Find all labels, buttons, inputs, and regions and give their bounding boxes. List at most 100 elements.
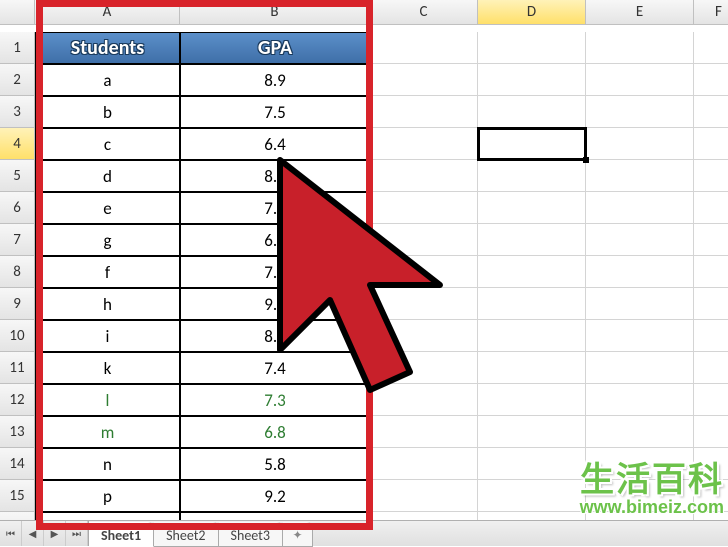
row-header-13[interactable]: 13 bbox=[0, 416, 35, 448]
table-cell[interactable]: g bbox=[35, 224, 180, 256]
row-header-1[interactable]: 1 bbox=[0, 32, 35, 64]
cell-F14[interactable] bbox=[694, 448, 728, 480]
cell-F6[interactable] bbox=[694, 192, 728, 224]
sheet-tab-3[interactable]: Sheet3 bbox=[219, 522, 283, 547]
row-header-7[interactable]: 7 bbox=[0, 224, 35, 256]
cell-E15[interactable] bbox=[586, 480, 694, 512]
row-header-3[interactable]: 3 bbox=[0, 96, 35, 128]
row-header-8[interactable]: 8 bbox=[0, 256, 35, 288]
cell-E7[interactable] bbox=[586, 224, 694, 256]
cell-F9[interactable] bbox=[694, 288, 728, 320]
row-header-4[interactable]: 4 bbox=[0, 128, 35, 160]
row-header-12[interactable]: 12 bbox=[0, 384, 35, 416]
cell-D1[interactable] bbox=[478, 32, 586, 64]
cell-E14[interactable] bbox=[586, 448, 694, 480]
table-cell[interactable]: 7.9 bbox=[180, 256, 370, 288]
nav-last-icon[interactable]: ⏭ bbox=[66, 521, 88, 546]
cell-D12[interactable] bbox=[478, 384, 586, 416]
column-header-B[interactable]: B bbox=[180, 0, 370, 25]
cell-D14[interactable] bbox=[478, 448, 586, 480]
column-header-C[interactable]: C bbox=[370, 0, 478, 25]
cell-E12[interactable] bbox=[586, 384, 694, 416]
table-cell[interactable]: 8.9 bbox=[180, 64, 370, 96]
table-cell[interactable]: k bbox=[35, 352, 180, 384]
column-header-F[interactable]: F bbox=[694, 0, 728, 25]
cell-F5[interactable] bbox=[694, 160, 728, 192]
cell-E2[interactable] bbox=[586, 64, 694, 96]
table-cell[interactable]: e bbox=[35, 192, 180, 224]
cell-D15[interactable] bbox=[478, 480, 586, 512]
cell-F12[interactable] bbox=[694, 384, 728, 416]
table-cell[interactable]: i bbox=[35, 320, 180, 352]
table-cell[interactable]: 7.5 bbox=[180, 96, 370, 128]
row-header-11[interactable]: 11 bbox=[0, 352, 35, 384]
table-cell[interactable]: b bbox=[35, 96, 180, 128]
cell-E8[interactable] bbox=[586, 256, 694, 288]
cell-D8[interactable] bbox=[478, 256, 586, 288]
cell-F15[interactable] bbox=[694, 480, 728, 512]
cell-D7[interactable] bbox=[478, 224, 586, 256]
table-cell[interactable]: f bbox=[35, 256, 180, 288]
cell-D13[interactable] bbox=[478, 416, 586, 448]
cell-C11[interactable] bbox=[370, 352, 478, 384]
cell-C15[interactable] bbox=[370, 480, 478, 512]
table-cell[interactable]: h bbox=[35, 288, 180, 320]
header-gpa[interactable]: GPA bbox=[180, 32, 370, 64]
cell-F13[interactable] bbox=[694, 416, 728, 448]
cell-E5[interactable] bbox=[586, 160, 694, 192]
cell-F10[interactable] bbox=[694, 320, 728, 352]
table-cell[interactable]: 9.1 bbox=[180, 288, 370, 320]
table-cell[interactable]: c bbox=[35, 128, 180, 160]
header-students[interactable]: Students bbox=[35, 32, 180, 64]
column-header-E[interactable]: E bbox=[586, 0, 694, 25]
cell-C2[interactable] bbox=[370, 64, 478, 96]
nav-prev-icon[interactable]: ◀ bbox=[22, 521, 44, 546]
nav-next-icon[interactable]: ▶ bbox=[44, 521, 66, 546]
cell-F3[interactable] bbox=[694, 96, 728, 128]
cell-F8[interactable] bbox=[694, 256, 728, 288]
cell-E1[interactable] bbox=[586, 32, 694, 64]
cell-C13[interactable] bbox=[370, 416, 478, 448]
table-cell[interactable]: d bbox=[35, 160, 180, 192]
cell-C5[interactable] bbox=[370, 160, 478, 192]
cell-C4[interactable] bbox=[370, 128, 478, 160]
nav-first-icon[interactable]: ⏮ bbox=[0, 521, 22, 546]
cell-F7[interactable] bbox=[694, 224, 728, 256]
table-cell[interactable]: 8.5 bbox=[180, 320, 370, 352]
cell-D5[interactable] bbox=[478, 160, 586, 192]
cell-D2[interactable] bbox=[478, 64, 586, 96]
cell-E9[interactable] bbox=[586, 288, 694, 320]
cell-C3[interactable] bbox=[370, 96, 478, 128]
sheet-tab-2[interactable]: Sheet2 bbox=[154, 522, 218, 547]
new-sheet-icon[interactable]: ✦ bbox=[283, 522, 313, 547]
spreadsheet-grid[interactable]: ABCDEF1StudentsGPA2a8.93b7.54c6.45d8.16e… bbox=[0, 0, 728, 544]
cell-D3[interactable] bbox=[478, 96, 586, 128]
table-cell[interactable]: 9.2 bbox=[180, 480, 370, 512]
cell-E4[interactable] bbox=[586, 128, 694, 160]
table-cell[interactable]: 7.6 bbox=[180, 192, 370, 224]
cell-E13[interactable] bbox=[586, 416, 694, 448]
cell-D4[interactable] bbox=[478, 128, 586, 160]
table-cell[interactable]: n bbox=[35, 448, 180, 480]
table-cell[interactable]: 6.8 bbox=[180, 416, 370, 448]
row-header-14[interactable]: 14 bbox=[0, 448, 35, 480]
sheet-tab-1[interactable]: Sheet1 bbox=[89, 522, 154, 547]
row-header-5[interactable]: 5 bbox=[0, 160, 35, 192]
cell-E10[interactable] bbox=[586, 320, 694, 352]
cell-E11[interactable] bbox=[586, 352, 694, 384]
cell-C8[interactable] bbox=[370, 256, 478, 288]
table-cell[interactable]: 8.1 bbox=[180, 160, 370, 192]
cell-D9[interactable] bbox=[478, 288, 586, 320]
column-header-A[interactable]: A bbox=[35, 0, 180, 25]
cell-C9[interactable] bbox=[370, 288, 478, 320]
row-header-15[interactable]: 15 bbox=[0, 480, 35, 512]
cell-D11[interactable] bbox=[478, 352, 586, 384]
cell-F11[interactable] bbox=[694, 352, 728, 384]
row-header-2[interactable]: 2 bbox=[0, 64, 35, 96]
cell-C12[interactable] bbox=[370, 384, 478, 416]
cell-E6[interactable] bbox=[586, 192, 694, 224]
cell-C1[interactable] bbox=[370, 32, 478, 64]
table-cell[interactable]: 7.4 bbox=[180, 352, 370, 384]
row-header-6[interactable]: 6 bbox=[0, 192, 35, 224]
cell-F1[interactable] bbox=[694, 32, 728, 64]
